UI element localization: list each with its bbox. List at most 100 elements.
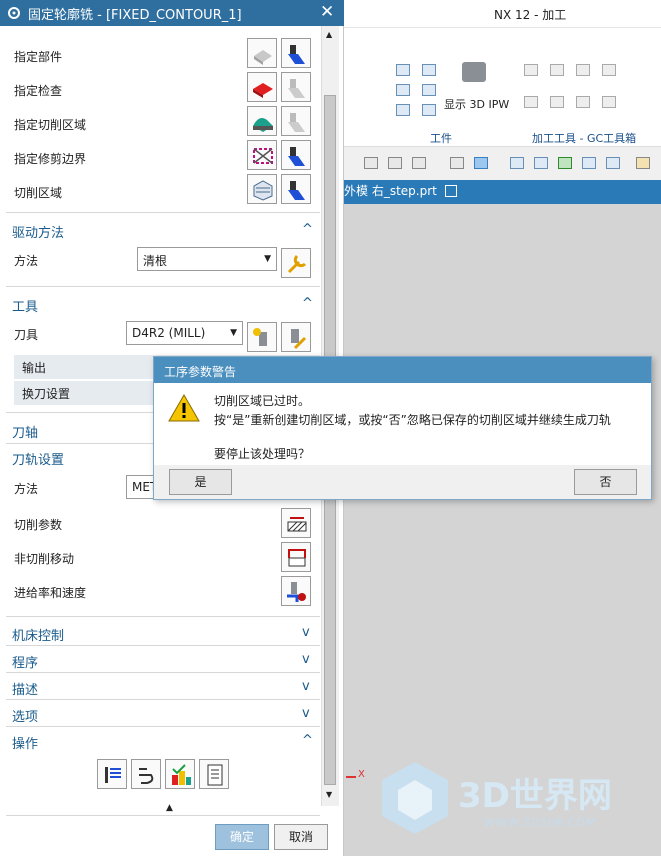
- toolbar-icon[interactable]: [450, 157, 464, 169]
- toolbar: [344, 146, 661, 180]
- chevron-down-icon[interactable]: v: [302, 679, 310, 694]
- machine-control-header[interactable]: 机床控制: [12, 625, 64, 644]
- ribbon-tool-icon[interactable]: [576, 96, 590, 108]
- description-header[interactable]: 描述: [12, 679, 38, 698]
- toolbar-icon[interactable]: [388, 157, 402, 169]
- display-trim-boundary-button[interactable]: [281, 140, 311, 170]
- warning-body: 切削区域已过时。 按“是”重新创建切削区域，或按“否”忽略已保存的切削区域并继续…: [154, 383, 651, 465]
- ribbon-tool-icon[interactable]: [396, 64, 410, 76]
- feeds-speeds-button[interactable]: [281, 576, 311, 606]
- separator: [6, 699, 320, 700]
- chevron-down-icon: ▼: [230, 328, 237, 338]
- graphics-viewport[interactable]: X: [344, 204, 661, 856]
- select-trim-boundary-button[interactable]: [247, 140, 277, 170]
- warning-title: 工序参数警告: [164, 365, 237, 379]
- separator: [6, 815, 320, 816]
- ribbon-tool-icon[interactable]: [550, 64, 564, 76]
- list-button[interactable]: [199, 759, 229, 789]
- scroll-up-icon[interactable]: ▲: [326, 30, 332, 39]
- display-cut-region-button[interactable]: [281, 174, 311, 204]
- ribbon-tool-icon[interactable]: [550, 96, 564, 108]
- file-tab-bar: 外模 右_step.prt: [344, 180, 661, 204]
- cut-params-button[interactable]: [281, 508, 311, 538]
- toolbar-icon[interactable]: [510, 157, 524, 169]
- non-cut-moves-label: 非切削移动: [14, 552, 75, 566]
- toolbar-icon[interactable]: [582, 157, 596, 169]
- ribbon-tool-icon[interactable]: [576, 64, 590, 76]
- toolbar-icon[interactable]: [636, 157, 650, 169]
- display-cut-area-button[interactable]: [281, 106, 311, 136]
- chevron-down-icon[interactable]: v: [302, 706, 310, 721]
- ribbon-tool-icon[interactable]: [602, 64, 616, 76]
- toolbar-icon[interactable]: [558, 157, 572, 169]
- ribbon-tool-icon[interactable]: [396, 84, 410, 96]
- select-cut-area-button[interactable]: [247, 106, 277, 136]
- chevron-down-icon[interactable]: v: [302, 625, 310, 640]
- warning-icon: [168, 393, 200, 422]
- toolbar-icon[interactable]: [364, 157, 378, 169]
- tool-header[interactable]: 工具: [12, 296, 38, 315]
- toolbar-icon[interactable]: [606, 157, 620, 169]
- display-check-button[interactable]: [281, 72, 311, 102]
- shaded-view-icon[interactable]: [474, 157, 488, 169]
- program-header[interactable]: 程序: [12, 652, 38, 671]
- yes-button[interactable]: 是: [169, 469, 232, 495]
- select-part-button[interactable]: [247, 38, 277, 68]
- ipw-icon[interactable]: [462, 62, 486, 82]
- cut-region-button[interactable]: [247, 174, 277, 204]
- chevron-down-icon: ▼: [264, 254, 271, 264]
- no-button[interactable]: 否: [574, 469, 637, 495]
- verify-button[interactable]: [165, 759, 195, 789]
- close-tab-icon[interactable]: [444, 185, 457, 197]
- show-ipw-button[interactable]: 显示 3D IPW: [444, 96, 509, 112]
- close-icon[interactable]: ✕: [320, 2, 334, 22]
- toolbar-icon[interactable]: [412, 157, 426, 169]
- warning-title-bar: 工序参数警告: [154, 357, 651, 383]
- ribbon-tool-icon[interactable]: [422, 84, 436, 96]
- toolbar-icon[interactable]: [534, 157, 548, 169]
- specify-cut-area-label: 指定切削区域: [14, 118, 87, 132]
- options-header[interactable]: 选项: [12, 706, 38, 725]
- chevron-up-icon[interactable]: ^: [302, 296, 313, 311]
- warning-line2: 按“是”重新创建切削区域，或按“否”忽略已保存的切削区域并继续生成刀轨: [214, 413, 611, 427]
- path-settings-header[interactable]: 刀轨设置: [12, 449, 64, 468]
- drive-method-header[interactable]: 驱动方法: [12, 222, 64, 241]
- display-part-button[interactable]: [281, 38, 311, 68]
- chevron-up-icon[interactable]: ^: [302, 222, 313, 237]
- dialog-title-bar: 固定轮廓铣 - [FIXED_CONTOUR_1] ✕: [0, 0, 344, 26]
- tool-select[interactable]: D4R2 (MILL) ▼: [126, 321, 243, 345]
- new-tool-button[interactable]: [247, 322, 277, 352]
- separator: [6, 286, 320, 287]
- ribbon: 显示 3D IPW 工件 加工工具 - GC工具箱: [344, 28, 661, 146]
- ribbon-tool-icon[interactable]: [422, 64, 436, 76]
- warning-line1: 切削区域已过时。: [214, 394, 311, 408]
- watermark-cube-icon: [382, 762, 448, 834]
- non-cut-moves-button[interactable]: [281, 542, 311, 572]
- specify-trim-boundary-label: 指定修剪边界: [14, 152, 87, 166]
- scroll-down-icon[interactable]: ▼: [326, 790, 332, 799]
- group-tools[interactable]: 加工工具 - GC工具箱: [532, 130, 636, 146]
- ribbon-tool-icon[interactable]: [422, 104, 436, 116]
- path-method-label: 方法: [14, 482, 39, 496]
- generate-button[interactable]: [97, 759, 127, 789]
- tool-axis-header[interactable]: 刀轴: [12, 422, 38, 441]
- chevron-down-icon[interactable]: v: [302, 652, 310, 667]
- replay-button[interactable]: [131, 759, 161, 789]
- drive-method-select[interactable]: 清根 ▼: [137, 247, 277, 271]
- actions-header[interactable]: 操作: [12, 733, 38, 752]
- ribbon-tool-icon[interactable]: [524, 96, 538, 108]
- ok-button[interactable]: 确定: [215, 824, 269, 850]
- ribbon-tool-icon[interactable]: [524, 64, 538, 76]
- cancel-button[interactable]: 取消: [274, 824, 328, 850]
- select-check-button[interactable]: [247, 72, 277, 102]
- collapse-arrow-icon[interactable]: ▲: [166, 803, 173, 813]
- edit-drive-method-button[interactable]: [281, 248, 311, 278]
- ribbon-tool-icon[interactable]: [396, 104, 410, 116]
- file-tab[interactable]: 外模 右_step.prt: [344, 180, 457, 204]
- edit-tool-button[interactable]: [281, 322, 311, 352]
- watermark: 3D世界网 WWW.3DSJW.COM: [380, 760, 650, 840]
- ribbon-tool-icon[interactable]: [602, 96, 616, 108]
- chevron-up-icon[interactable]: ^: [302, 733, 313, 748]
- group-workpiece[interactable]: 工件: [430, 130, 452, 146]
- separator: [6, 616, 320, 617]
